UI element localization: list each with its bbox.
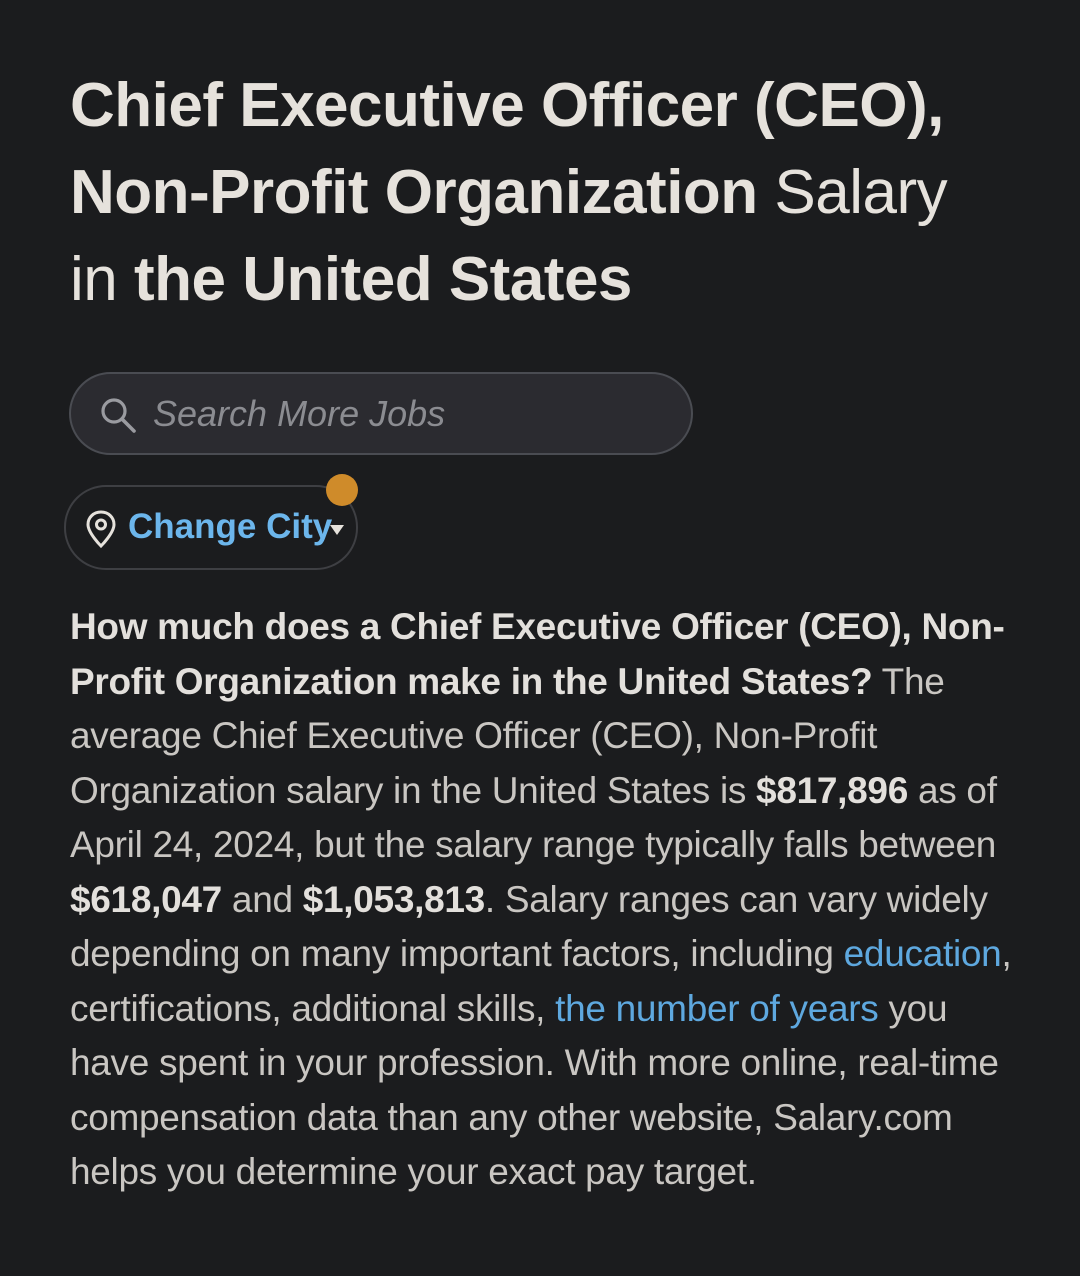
location-name: the United States — [134, 245, 632, 314]
change-city-label: Change City — [128, 507, 333, 546]
location-pin-icon — [86, 510, 116, 549]
range-high: $1,053,813 — [302, 878, 485, 920]
change-city-button[interactable]: Change City — [64, 485, 358, 570]
search-icon — [101, 398, 136, 433]
average-salary: $817,896 — [756, 769, 908, 811]
in-word: in — [70, 245, 118, 314]
salary-description: How much does a Chief Executive Officer … — [70, 600, 1035, 1200]
years-experience-link[interactable]: the number of years — [555, 988, 879, 1029]
page: Chief Executive Officer (CEO), Non-Profi… — [0, 0, 1080, 1276]
search-input[interactable] — [153, 388, 673, 440]
search-bar[interactable] — [69, 372, 693, 455]
range-low: $618,047 — [70, 878, 222, 920]
salary-question: How much does a Chief Executive Officer … — [70, 606, 1005, 702]
notification-dot — [326, 474, 358, 506]
salary-word: Salary — [774, 158, 948, 227]
page-title: Chief Executive Officer (CEO), Non-Profi… — [70, 62, 1050, 323]
caret-down-icon — [330, 525, 344, 535]
and-word: and — [221, 878, 303, 920]
education-link[interactable]: education — [844, 933, 1002, 974]
